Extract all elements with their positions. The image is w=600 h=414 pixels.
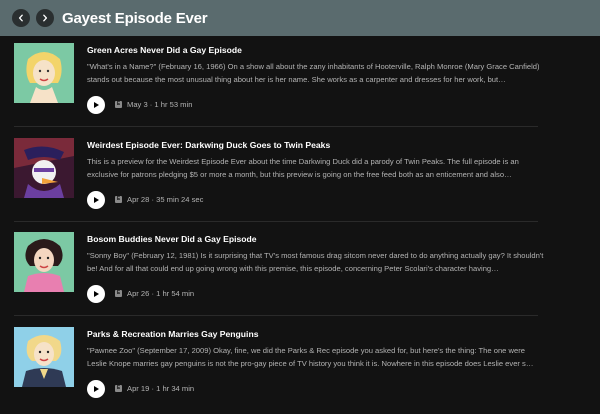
header-bar: Gayest Episode Ever (0, 0, 600, 36)
episode-description: "Pawnee Zoo" (September 17, 2009) Okay, … (87, 346, 534, 368)
explicit-badge: E (115, 290, 122, 297)
episode-cover[interactable] (14, 43, 74, 103)
episode-title[interactable]: Weirdest Episode Ever: Darkwing Duck Goe… (87, 140, 330, 150)
divider (14, 315, 538, 316)
episode-cover[interactable] (14, 327, 74, 387)
episode-meta: May 3 · 1 hr 53 min (127, 100, 193, 109)
episode-description: This is a preview for the Weirdest Episo… (87, 157, 519, 179)
explicit-badge: E (115, 385, 122, 392)
episode-title[interactable]: Bosom Buddies Never Did a Gay Episode (87, 234, 257, 244)
episode-meta: Apr 19 · 1 hr 34 min (127, 384, 195, 393)
episode-cover[interactable] (14, 232, 74, 292)
play-button[interactable] (87, 285, 105, 303)
episode-row[interactable]: Parks & Recreation Marries Gay Penguins … (14, 320, 538, 414)
play-button[interactable] (87, 96, 105, 114)
episode-row[interactable]: Bosom Buddies Never Did a Gay Episode "S… (14, 225, 543, 319)
play-icon (94, 197, 99, 203)
forward-button[interactable] (36, 9, 54, 27)
episode-row[interactable]: Weirdest Episode Ever: Darkwing Duck Goe… (14, 131, 538, 225)
play-icon (94, 386, 99, 392)
divider (14, 126, 538, 127)
play-button[interactable] (87, 380, 105, 398)
explicit-badge: E (115, 196, 122, 203)
episode-description: "What's in a Name?" (February 16, 1966) … (87, 62, 540, 84)
chevron-right-icon (43, 14, 48, 22)
page-title: Gayest Episode Ever (62, 9, 208, 27)
episode-meta: Apr 28 · 35 min 24 sec (127, 195, 204, 204)
episode-row[interactable]: Green Acres Never Did a Gay Episode "Wha… (14, 36, 540, 130)
play-icon (94, 102, 99, 108)
episode-title[interactable]: Parks & Recreation Marries Gay Penguins (87, 329, 258, 339)
episode-description: "Sonny Boy" (February 12, 1981) Is it su… (87, 251, 544, 273)
episode-cover[interactable] (14, 138, 74, 198)
play-icon (94, 291, 99, 297)
divider (14, 221, 538, 222)
episode-meta: Apr 26 · 1 hr 54 min (127, 289, 195, 298)
chevron-left-icon (18, 14, 23, 22)
episode-title[interactable]: Green Acres Never Did a Gay Episode (87, 45, 242, 55)
explicit-badge: E (115, 101, 122, 108)
play-button[interactable] (87, 191, 105, 209)
back-button[interactable] (12, 9, 30, 27)
